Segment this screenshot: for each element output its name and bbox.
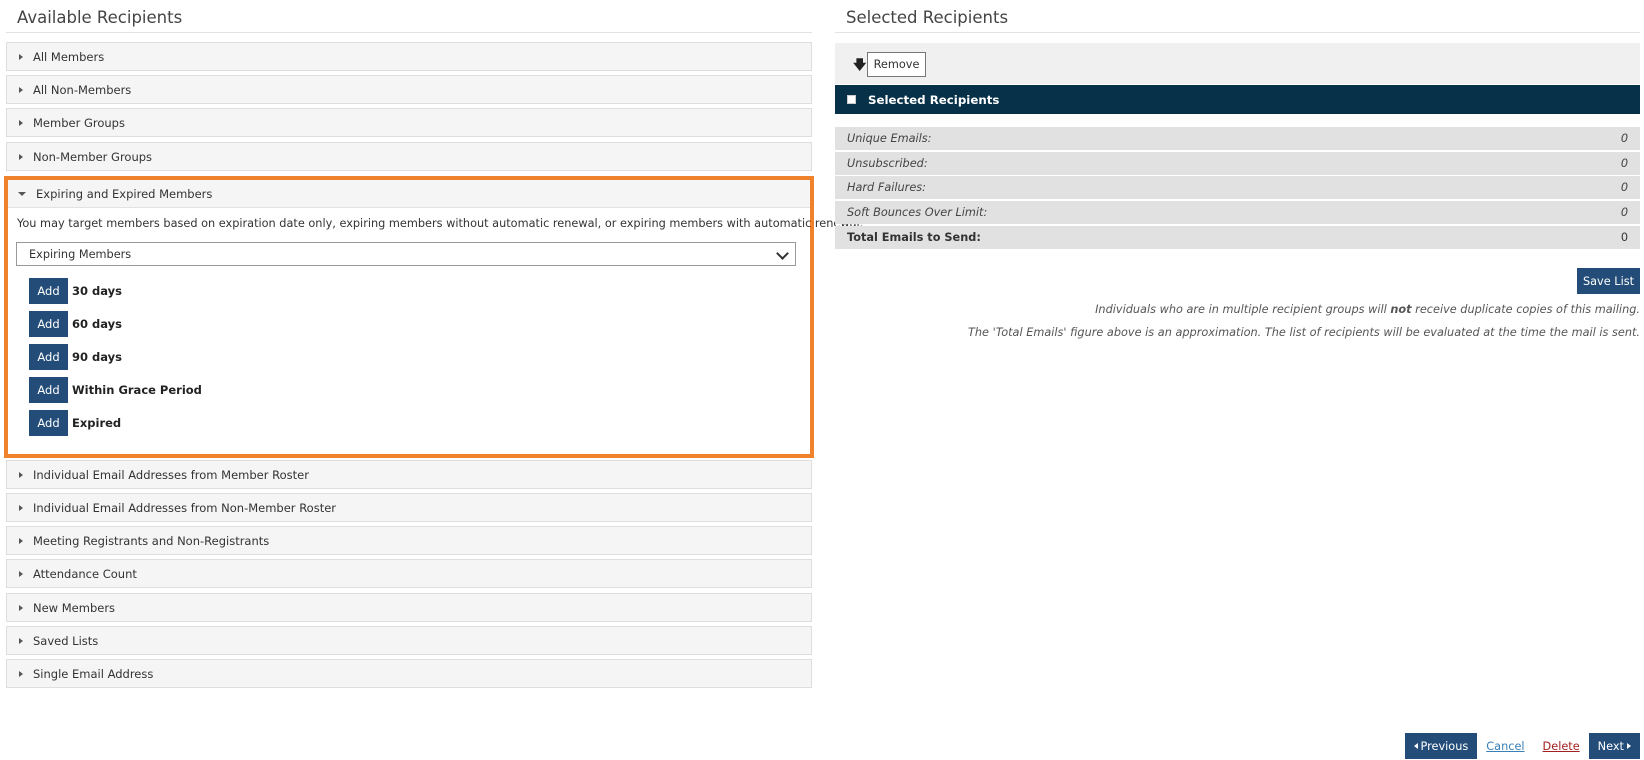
accordion-non-member-groups[interactable]: Non-Member Groups <box>6 142 812 171</box>
caret-left-icon <box>1413 743 1418 749</box>
accordion-expiring-expired-members[interactable]: Expiring and Expired Members <box>8 180 810 208</box>
available-recipients-title: Available Recipients <box>6 0 812 33</box>
item-label: Within Grace Period <box>72 383 202 397</box>
accordion-member-roster[interactable]: Individual Email Addresses from Member R… <box>6 460 812 489</box>
accordion-new-members[interactable]: New Members <box>6 593 812 622</box>
accordion-single-email[interactable]: Single Email Address <box>6 659 812 688</box>
accordion-label: Member Groups <box>33 115 125 130</box>
note-text: Individuals who are in multiple recipien… <box>1095 303 1391 316</box>
selected-recipients-title: Selected Recipients <box>835 0 1640 33</box>
caret-right-icon <box>19 119 23 126</box>
add-grace-period-button[interactable]: Add <box>29 377 68 403</box>
expiring-members-panel: Expiring and Expired Members You may tar… <box>4 176 863 458</box>
caret-right-icon <box>1627 743 1631 749</box>
next-button[interactable]: Next <box>1588 733 1640 759</box>
stat-value: 0 <box>1620 181 1628 194</box>
selected-recipients-header: Selected Recipients <box>835 85 1640 114</box>
accordion-label: Expiring and Expired Members <box>36 186 213 201</box>
note-text: receive duplicate copies of this mailing… <box>1411 303 1640 316</box>
caret-right-icon <box>19 53 23 60</box>
cancel-link[interactable]: Cancel <box>1486 740 1524 753</box>
select-value: Expiring Members <box>29 247 132 261</box>
accordion-label: Attendance Count <box>33 566 137 581</box>
stat-hard-failures: Hard Failures: 0 <box>835 176 1640 199</box>
stat-value: 0 <box>1620 231 1628 244</box>
stat-label: Unique Emails: <box>847 132 932 145</box>
stat-label: Hard Failures: <box>847 181 926 194</box>
add-90-days-button[interactable]: Add <box>29 344 68 370</box>
caret-right-icon <box>19 604 23 611</box>
accordion-label: Non-Member Groups <box>33 149 153 164</box>
stat-label: Total Emails to Send: <box>847 231 981 244</box>
add-30-days-button[interactable]: Add <box>29 278 68 304</box>
caret-right-icon <box>19 637 23 644</box>
item-label: 60 days <box>72 317 122 331</box>
item-label: Expired <box>72 416 122 430</box>
membership-type-select[interactable]: Expiring Members <box>16 242 796 266</box>
select-all-checkbox[interactable] <box>847 95 856 104</box>
previous-label: Previous <box>1420 739 1469 753</box>
item-label: 30 days <box>72 284 122 298</box>
delete-link[interactable]: Delete <box>1543 740 1580 753</box>
caret-down-icon <box>18 191 26 196</box>
list-item: Add 90 days <box>29 344 122 370</box>
approximation-note: The 'Total Emails' figure above is an ap… <box>967 326 1640 339</box>
caret-right-icon <box>19 504 23 511</box>
remove-button[interactable]: Remove <box>867 52 926 77</box>
list-item: Add 30 days <box>29 278 122 304</box>
list-item: Add 60 days <box>29 311 122 337</box>
accordion-label: New Members <box>33 600 116 615</box>
header-label: Selected Recipients <box>868 92 1000 107</box>
accordion-label: Meeting Registrants and Non-Registrants <box>33 533 270 548</box>
stat-unsubscribed: Unsubscribed: 0 <box>835 152 1640 175</box>
accordion-label: Individual Email Addresses from Member R… <box>33 467 309 482</box>
previous-button[interactable]: Previous <box>1404 733 1478 759</box>
available-recipients-panel: Available Recipients All Members All Non… <box>4 0 863 688</box>
add-expired-button[interactable]: Add <box>29 410 68 436</box>
stat-unique-emails: Unique Emails: 0 <box>835 127 1640 150</box>
selected-toolbar: 🡇 Remove <box>835 43 1640 84</box>
caret-right-icon <box>19 153 23 160</box>
accordion-meeting-registrants[interactable]: Meeting Registrants and Non-Registrants <box>6 526 812 555</box>
accordion-label: All Non-Members <box>33 82 132 97</box>
stat-value: 0 <box>1620 157 1628 170</box>
accordion-all-members[interactable]: All Members <box>6 42 812 71</box>
list-item: Add Within Grace Period <box>29 377 202 403</box>
duplicate-note: Individuals who are in multiple recipien… <box>1095 303 1640 316</box>
accordion-attendance-count[interactable]: Attendance Count <box>6 559 812 588</box>
accordion-all-non-members[interactable]: All Non-Members <box>6 75 812 104</box>
stat-total-emails: Total Emails to Send: 0 <box>835 226 1640 249</box>
accordion-member-groups[interactable]: Member Groups <box>6 108 812 137</box>
caret-right-icon <box>19 670 23 677</box>
item-label: 90 days <box>72 350 122 364</box>
stat-label: Unsubscribed: <box>847 157 928 170</box>
accordion-label: Single Email Address <box>33 666 154 681</box>
caret-right-icon <box>19 86 23 93</box>
caret-right-icon <box>19 471 23 478</box>
caret-right-icon <box>19 570 23 577</box>
next-label: Next <box>1597 739 1624 753</box>
chevron-down-icon <box>776 247 789 260</box>
list-item: Add Expired <box>29 410 121 436</box>
caret-right-icon <box>19 537 23 544</box>
footer-nav: Previous Cancel Delete Next <box>1404 733 1640 759</box>
stat-value: 0 <box>1620 132 1628 145</box>
note-emphasis: not <box>1390 303 1412 316</box>
save-list-button[interactable]: Save List <box>1577 268 1640 294</box>
stat-soft-bounces: Soft Bounces Over Limit: 0 <box>835 201 1640 224</box>
accordion-label: Saved Lists <box>33 633 99 648</box>
stat-value: 0 <box>1620 206 1628 219</box>
accordion-saved-lists[interactable]: Saved Lists <box>6 626 812 655</box>
accordion-non-member-roster[interactable]: Individual Email Addresses from Non-Memb… <box>6 493 812 522</box>
arrow-down-icon: 🡇 <box>853 58 867 73</box>
stat-label: Soft Bounces Over Limit: <box>847 206 988 219</box>
selected-recipients-panel: Selected Recipients 🡇 Remove Selected Re… <box>835 0 1640 339</box>
accordion-label: Individual Email Addresses from Non-Memb… <box>33 500 337 515</box>
expiring-description: You may target members based on expirati… <box>17 217 864 230</box>
add-60-days-button[interactable]: Add <box>29 311 68 337</box>
accordion-label: All Members <box>33 49 105 64</box>
